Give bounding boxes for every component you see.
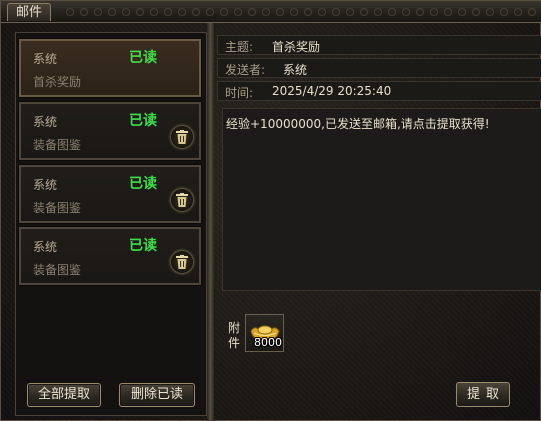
- subject-value: 首杀奖励: [272, 40, 321, 54]
- mail-list-item[interactable]: 系统 已读 装备图鉴: [18, 164, 202, 224]
- mail-sender: 系统: [33, 115, 58, 129]
- attachment-label: 附件: [228, 321, 241, 350]
- mail-subject: 首杀奖励: [33, 75, 82, 89]
- title-bar: 邮件: [1, 1, 541, 23]
- mail-read-status: 已读: [129, 238, 157, 254]
- trash-icon: [176, 130, 188, 144]
- mail-sender: 系统: [33, 240, 58, 254]
- delete-mail-button[interactable]: [171, 251, 193, 273]
- claim-all-button[interactable]: 全部提取: [27, 383, 101, 407]
- trash-icon: [176, 255, 188, 269]
- time-value: 2025/4/29 20:25:40: [272, 84, 392, 98]
- mail-read-status: 已读: [129, 176, 157, 192]
- panel-divider: [207, 23, 214, 421]
- attachment-slot[interactable]: 8000: [245, 314, 284, 352]
- mail-read-status: 已读: [129, 113, 157, 129]
- mail-body: 经验+10000000,已发送至邮箱,请点击提取获得!: [222, 108, 541, 291]
- time-label: 时间:: [225, 86, 254, 100]
- mail-list-item[interactable]: 系统 已读 首杀奖励: [18, 38, 202, 98]
- claim-button[interactable]: 提取: [456, 382, 510, 407]
- mail-list-item[interactable]: 系统 已读 装备图鉴: [18, 101, 202, 161]
- attachment-quantity: 8000: [254, 336, 282, 349]
- mail-sender: 系统: [33, 178, 58, 192]
- mail-subject: 装备图鉴: [33, 201, 82, 215]
- title-ornament: [63, 6, 541, 18]
- sender-label: 发送者:: [225, 63, 266, 77]
- mail-body-text: 经验+10000000,已发送至邮箱,请点击提取获得!: [226, 117, 490, 131]
- delete-mail-button[interactable]: [171, 126, 193, 148]
- trash-icon: [176, 193, 188, 207]
- subject-label: 主题:: [225, 40, 254, 54]
- mail-subject: 装备图鉴: [33, 263, 82, 277]
- mail-sender: 系统: [33, 52, 58, 66]
- delete-mail-button[interactable]: [171, 189, 193, 211]
- sender-value: 系统: [283, 63, 308, 77]
- window-title: 邮件: [7, 3, 52, 21]
- subject-row: 主题: 首杀奖励: [217, 35, 541, 55]
- mail-subject: 装备图鉴: [33, 138, 82, 152]
- delete-read-button[interactable]: 删除已读: [119, 383, 195, 407]
- time-row: 时间: 2025/4/29 20:25:40: [217, 81, 541, 101]
- mail-window: 邮件 系统 已读 首杀奖励 系统 已读 装备图鉴 系统 已读 装备图鉴 系统 已…: [0, 0, 541, 421]
- sender-row: 发送者: 系统: [217, 58, 541, 78]
- mail-list-item[interactable]: 系统 已读 装备图鉴: [18, 226, 202, 286]
- mail-read-status: 已读: [129, 50, 157, 66]
